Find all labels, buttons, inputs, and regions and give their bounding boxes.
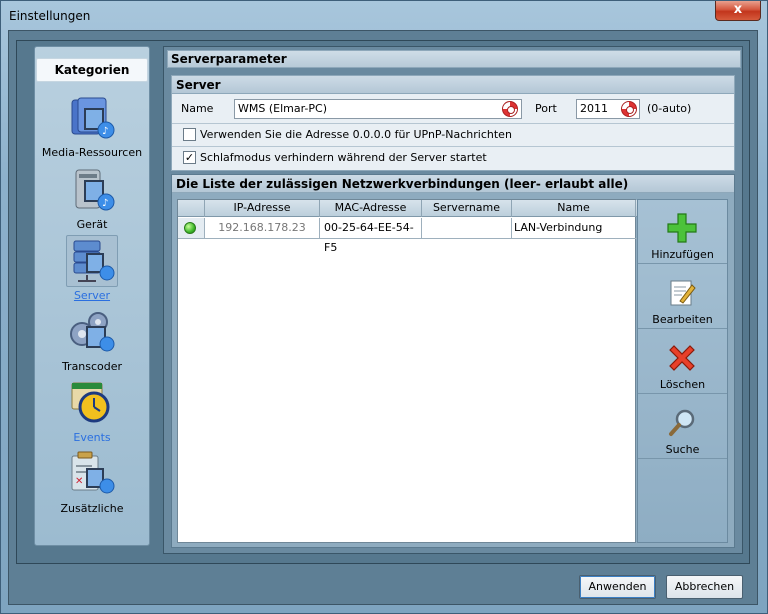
svg-text:✕: ✕ <box>75 476 83 487</box>
server-group-title: Server <box>172 76 734 94</box>
name-cell: LAN-Verbindung <box>514 221 603 234</box>
name-label: Name <box>181 102 214 115</box>
upnp-checkbox[interactable] <box>183 128 196 141</box>
delete-label: Löschen <box>659 378 706 391</box>
column-header-servername[interactable]: Servername <box>422 200 512 217</box>
category-label: Events <box>73 431 111 444</box>
servername-cell <box>422 218 512 238</box>
search-icon <box>669 409 695 436</box>
add-label: Hinzufügen <box>651 248 714 261</box>
svg-text:♪: ♪ <box>102 198 108 209</box>
upnp-label: Verwenden Sie die Adresse 0.0.0.0 für UP… <box>200 128 512 141</box>
actions-panel: Hinzufügen Bearbeiten Löschen Suche <box>637 199 728 543</box>
port-label: Port <box>535 102 557 115</box>
category-events[interactable]: Events <box>36 379 148 449</box>
category-label: Server <box>73 289 111 302</box>
edit-button[interactable]: Bearbeiten <box>638 265 727 329</box>
column-header-mac[interactable]: MAC-Adresse <box>320 200 422 217</box>
device-icon: ♪ <box>75 169 115 211</box>
category-label: Transcoder <box>61 360 123 373</box>
column-header-ip[interactable]: IP-Adresse <box>205 200 320 217</box>
lifebuoy-icon[interactable] <box>621 101 637 117</box>
serverparameter-title: Serverparameter <box>167 50 741 68</box>
column-header-name[interactable]: Name <box>512 200 636 217</box>
add-button[interactable]: Hinzufügen <box>638 200 727 264</box>
svg-text:♪: ♪ <box>102 126 108 137</box>
search-button[interactable]: Suche <box>638 395 727 459</box>
column-header-status[interactable] <box>178 200 205 217</box>
delete-button[interactable]: Löschen <box>638 330 727 394</box>
ip-cell: 192.168.178.23 <box>205 218 320 238</box>
lifebuoy-icon[interactable] <box>502 101 518 117</box>
category-label: Gerät <box>76 218 108 231</box>
window-title: Einstellungen <box>9 9 91 23</box>
category-device[interactable]: ♪ Gerät <box>36 166 148 236</box>
category-server[interactable]: Server <box>36 235 148 307</box>
category-label: Zusätzliche <box>60 502 124 515</box>
transcoder-icon <box>70 312 115 352</box>
server-name-input[interactable]: WMS (Elmar-PC) <box>234 99 522 119</box>
connections-table: IP-Adresse MAC-Adresse Servername Name 1… <box>177 199 637 543</box>
server-icon <box>73 240 115 282</box>
delete-icon <box>669 345 695 371</box>
apply-button[interactable]: Anwenden <box>579 575 656 599</box>
search-label: Suche <box>665 443 700 456</box>
status-cell <box>178 218 205 238</box>
status-active-icon <box>184 222 196 234</box>
table-row[interactable]: 192.168.178.23 00-25-64-EE-54-F5 LAN-Ver… <box>178 218 637 254</box>
port-hint: (0-auto) <box>647 102 692 115</box>
sleep-option-row: ✓ Schlafmodus verhindern während der Ser… <box>172 146 734 168</box>
server-group: Server Name WMS (Elmar-PC) Port 2011 (0-… <box>171 75 735 171</box>
sleep-checkbox[interactable]: ✓ <box>183 151 196 164</box>
sleep-label: Schlafmodus verhindern während der Serve… <box>200 151 487 164</box>
edit-icon <box>670 280 696 306</box>
events-icon <box>71 382 110 423</box>
title-bar[interactable]: Einstellungen <box>1 1 767 31</box>
add-icon <box>667 213 697 243</box>
cancel-button[interactable]: Abbrechen <box>666 575 743 599</box>
edit-label: Bearbeiten <box>652 313 713 326</box>
close-button[interactable]: x <box>715 1 761 21</box>
table-header: IP-Adresse MAC-Adresse Servername Name <box>178 200 637 217</box>
category-transcoder[interactable]: Transcoder <box>36 308 148 378</box>
network-group-title: Die Liste der zulässigen Netzwerkverbind… <box>172 175 734 193</box>
additional-icon: ✕ <box>71 451 115 494</box>
category-media-resources[interactable]: ♪ Media-Ressourcen <box>36 94 148 164</box>
categories-header: Kategorien <box>36 58 148 82</box>
category-label: Media-Ressourcen <box>41 146 143 159</box>
upnp-option-row: Verwenden Sie die Adresse 0.0.0.0 für UP… <box>172 123 734 145</box>
category-additional[interactable]: ✕ Zusätzliche <box>36 450 148 520</box>
media-resources-icon: ♪ <box>71 97 115 139</box>
mac-cell: 00-25-64-EE-54-F5 <box>320 218 422 254</box>
